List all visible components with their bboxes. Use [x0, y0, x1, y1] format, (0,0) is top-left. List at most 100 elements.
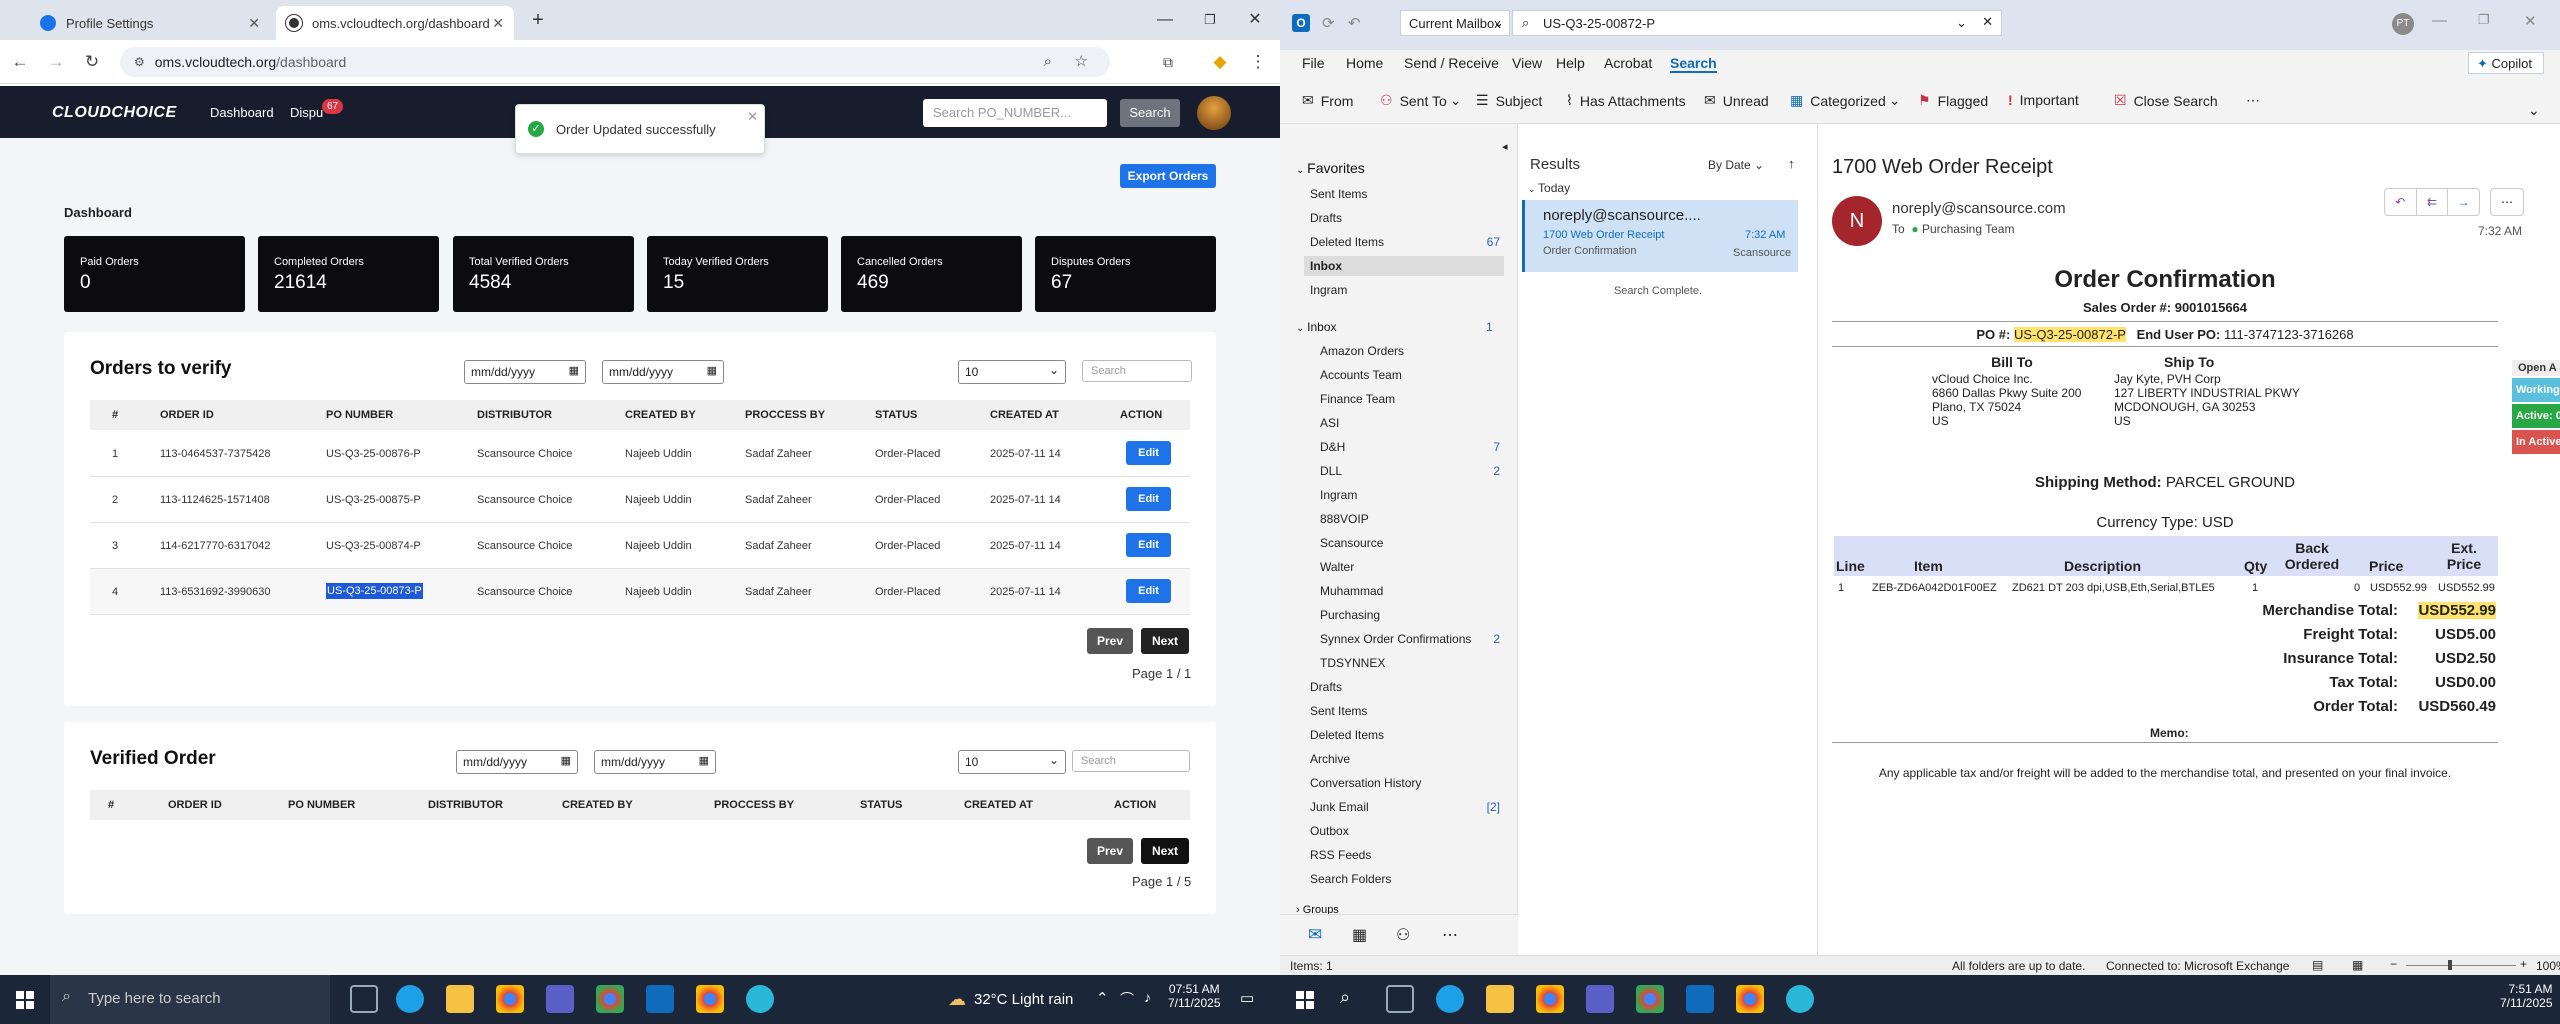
ribbon-collapse-icon[interactable]: ⌄: [2528, 102, 2540, 119]
notification-icon[interactable]: ▭: [1240, 989, 1254, 1007]
extension-badge-icon[interactable]: ◆: [1208, 50, 1232, 74]
page-size-select[interactable]: 10 ⌄: [958, 360, 1066, 384]
tab-close-icon[interactable]: ✕: [248, 15, 260, 32]
chrome-menu-icon[interactable]: ⋮: [1246, 50, 1270, 74]
tab-profile-settings[interactable]: Profile Settings ✕: [30, 6, 270, 40]
network-icon[interactable]: ⌒: [1120, 989, 1134, 1009]
start-icon[interactable]: [1296, 991, 1314, 1009]
sender-avatar[interactable]: N: [1832, 196, 1882, 246]
chrome-profile-icon[interactable]: [596, 985, 624, 1013]
inbox-header[interactable]: ⌄ Inbox 1: [1296, 320, 1493, 334]
prev-button[interactable]: Prev: [1087, 838, 1133, 864]
chrome-profile-icon[interactable]: [1636, 985, 1664, 1013]
reply-all-icon[interactable]: ⇇: [2417, 189, 2449, 215]
user-avatar[interactable]: [1197, 96, 1231, 130]
folder-item-selected[interactable]: Inbox: [1304, 256, 1504, 276]
menu-home[interactable]: Home: [1346, 55, 1383, 71]
ribbon-important[interactable]: ! Important: [2008, 92, 2079, 108]
weather-label[interactable]: 32°C Light rain: [974, 991, 1073, 1008]
nav-disputes[interactable]: Dispu: [290, 105, 323, 120]
folder-item[interactable]: Junk Email [2]: [1310, 800, 1500, 814]
minimize-button[interactable]: —: [2432, 12, 2447, 29]
start-date-input[interactable]: mm/dd/yyyy ▦: [456, 750, 578, 774]
page-size-select[interactable]: 10 ⌄: [958, 750, 1066, 774]
normal-view-icon[interactable]: ▤: [2312, 958, 2323, 972]
file-explorer-icon[interactable]: [1486, 985, 1514, 1013]
edit-button[interactable]: Edit: [1126, 441, 1171, 465]
calendar-module-icon[interactable]: ▦: [1352, 925, 1367, 945]
folder-item[interactable]: Ingram: [1320, 488, 1500, 502]
zoom-app-icon[interactable]: [1586, 985, 1614, 1013]
cell-po-number-selected[interactable]: US-Q3-25-00873-P: [326, 583, 423, 599]
reply-icon[interactable]: ↶: [2385, 189, 2417, 215]
app-icon[interactable]: [1786, 985, 1814, 1013]
restore-button[interactable]: ❐: [1190, 6, 1230, 34]
calendar-icon[interactable]: ▦: [561, 754, 571, 767]
outlook-taskbar-icon[interactable]: [646, 985, 674, 1013]
folder-item[interactable]: D&H 7: [1320, 440, 1500, 454]
end-date-input[interactable]: mm/dd/yyyy ▦: [602, 360, 724, 384]
ribbon-from[interactable]: ✉ From: [1302, 92, 1353, 109]
close-window-button[interactable]: ✕: [1235, 6, 1275, 34]
ribbon-unread[interactable]: ✉ Unread: [1704, 92, 1769, 109]
task-view-icon[interactable]: [1386, 985, 1414, 1013]
folder-item[interactable]: Archive: [1310, 752, 1500, 766]
start-icon[interactable]: [16, 991, 34, 1009]
folder-item[interactable]: Scansource: [1320, 536, 1500, 550]
extensions-icon[interactable]: ⧉: [1156, 50, 1180, 74]
weather-icon[interactable]: ☁: [948, 989, 966, 1010]
edit-button[interactable]: Edit: [1126, 533, 1171, 557]
volume-icon[interactable]: ♪: [1144, 989, 1151, 1005]
edit-button[interactable]: Edit: [1126, 579, 1171, 603]
address-input[interactable]: ⚙ oms.vcloudtech.org/dashboard ⌕ ☆: [120, 47, 1110, 77]
ribbon-flagged[interactable]: ⚑ Flagged: [1918, 92, 1988, 109]
folder-item[interactable]: Drafts: [1310, 680, 1500, 694]
task-view-icon[interactable]: [350, 985, 378, 1013]
folder-item[interactable]: Search Folders: [1310, 872, 1500, 886]
forward-icon[interactable]: →: [2448, 189, 2479, 215]
copilot-button[interactable]: ✦ Copilot: [2468, 52, 2544, 74]
group-header-today[interactable]: ⌄ Today: [1528, 181, 1570, 195]
toast-close-icon[interactable]: ✕: [747, 109, 758, 125]
menu-send-receive[interactable]: Send / Receive: [1404, 55, 1499, 71]
menu-search[interactable]: Search: [1670, 55, 1717, 73]
folder-item[interactable]: Finance Team: [1320, 392, 1500, 406]
folder-item[interactable]: Accounts Team: [1320, 368, 1500, 382]
outlook-taskbar-icon[interactable]: [1686, 985, 1714, 1013]
ribbon-sent-to[interactable]: ⚇ Sent To ⌄: [1380, 92, 1462, 109]
restore-button[interactable]: ❐: [2478, 12, 2490, 28]
ribbon-has-attachments[interactable]: ⌇ Has Attachments: [1566, 92, 1686, 109]
taskbar-search-input[interactable]: ⌕ Type here to search: [50, 975, 330, 1024]
folder-item[interactable]: Ingram: [1310, 283, 1500, 297]
chevron-down-icon[interactable]: ⌄: [1956, 15, 1967, 31]
calendar-icon[interactable]: ▦: [569, 364, 579, 377]
more-modules-icon[interactable]: ⋯: [1442, 925, 1458, 945]
ribbon-more-icon[interactable]: ⋯: [2246, 92, 2260, 109]
folder-item[interactable]: Muhammad: [1320, 584, 1500, 598]
back-icon[interactable]: ←: [8, 50, 32, 74]
next-button[interactable]: Next: [1141, 628, 1189, 654]
favorites-header[interactable]: ⌄ Favorites: [1296, 160, 1365, 176]
account-avatar[interactable]: PT: [2392, 13, 2414, 35]
folder-item[interactable]: ASI: [1320, 416, 1500, 430]
folder-item[interactable]: Walter: [1320, 560, 1500, 574]
calendar-icon[interactable]: ▦: [699, 754, 709, 767]
folder-item[interactable]: TDSYNNEX: [1320, 656, 1500, 670]
nav-dashboard[interactable]: Dashboard: [210, 105, 274, 120]
folder-item[interactable]: DLL 2: [1320, 464, 1500, 478]
status-widget[interactable]: Open A Working Status: Act Active: 04:14…: [2512, 360, 2560, 466]
zoom-slider[interactable]: [2406, 965, 2516, 966]
chrome-profile-icon[interactable]: [1736, 985, 1764, 1013]
folder-item[interactable]: 888VOIP: [1320, 512, 1500, 526]
table-search-input[interactable]: Search: [1082, 360, 1192, 382]
folder-item[interactable]: Drafts: [1310, 211, 1500, 225]
minimize-button[interactable]: —: [1145, 6, 1185, 34]
reload-icon[interactable]: ↻: [80, 50, 104, 74]
folder-item[interactable]: Outbox: [1310, 824, 1500, 838]
po-search-input[interactable]: Search PO_NUMBER...: [923, 99, 1107, 127]
message-item-selected[interactable]: noreply@scansource.... 1700 Web Order Re…: [1522, 200, 1798, 272]
chrome-icon[interactable]: [496, 985, 524, 1013]
reading-view-icon[interactable]: ▦: [2352, 958, 2363, 972]
table-search-input[interactable]: Search: [1072, 750, 1190, 772]
file-explorer-icon[interactable]: [446, 985, 474, 1013]
